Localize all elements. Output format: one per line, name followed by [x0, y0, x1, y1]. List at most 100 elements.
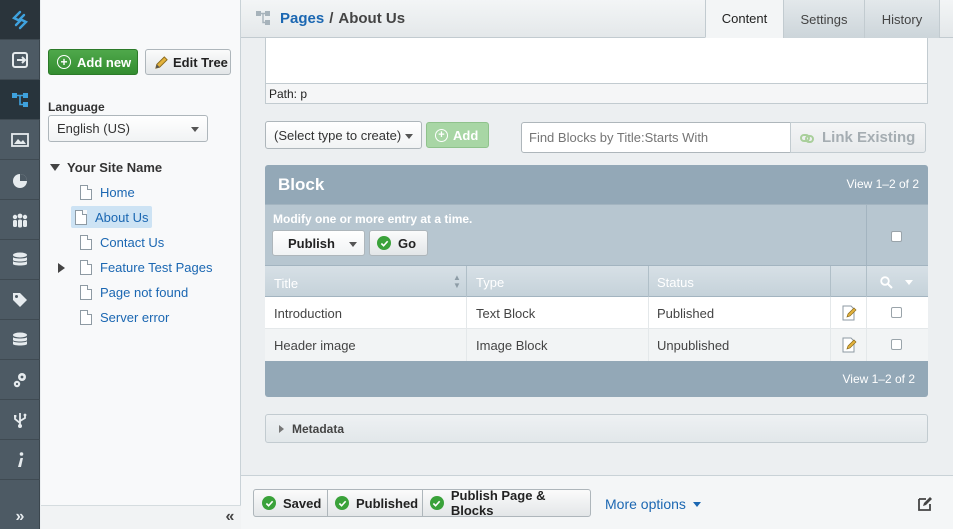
select-all-checkbox[interactable] — [891, 231, 902, 242]
block-panel-footer: View 1–2 of 2 — [265, 361, 928, 397]
database-icon[interactable] — [0, 320, 40, 360]
editor-path-bar: Path: p — [265, 83, 928, 104]
link-existing-button[interactable]: Link Existing — [790, 122, 926, 153]
more-options-menu[interactable]: More options — [605, 496, 701, 512]
chevron-down-icon[interactable] — [905, 280, 913, 285]
chevron-down-icon — [405, 134, 413, 139]
tag-icon[interactable] — [0, 280, 40, 320]
view-count-bottom: View 1–2 of 2 — [842, 372, 916, 386]
tree-item-page-not-found[interactable]: Page not found — [76, 281, 192, 303]
batch-action-value: Publish — [288, 235, 335, 251]
preview-edit-icon[interactable] — [917, 496, 933, 512]
tree-root-site[interactable]: Your Site Name — [50, 156, 162, 178]
block-type-select[interactable]: (Select type to create) — [265, 121, 422, 149]
check-circle-icon — [377, 236, 391, 250]
row-type: Text Block — [476, 306, 536, 321]
error-page-icon — [80, 309, 92, 325]
add-new-button[interactable]: + Add new — [48, 49, 138, 75]
column-title-header[interactable]: Title — [274, 276, 298, 291]
link-existing-label: Link Existing — [822, 129, 916, 146]
collapse-panel-toggle[interactable]: « — [221, 506, 239, 528]
site-name-label: Your Site Name — [67, 159, 163, 175]
tab-history[interactable]: History — [864, 0, 940, 38]
column-status-header[interactable]: Status — [657, 275, 694, 290]
chevron-down-icon — [349, 242, 357, 247]
row-status: Published — [657, 306, 715, 321]
row-checkbox[interactable] — [891, 307, 902, 318]
saved-button[interactable]: Saved — [253, 489, 328, 517]
table-row[interactable]: Header image Image Block Unpublished — [265, 329, 928, 361]
breadcrumb-pages-link[interactable]: Pages — [280, 10, 324, 27]
sort-arrows-icon[interactable]: ▲ ▼ — [453, 274, 461, 290]
add-block-button[interactable]: + Add — [426, 122, 489, 148]
triangle-down-icon — [50, 163, 60, 171]
triangle-right-icon[interactable] — [58, 263, 65, 273]
row-title: Introduction — [274, 306, 342, 321]
batch-actions-bar: Modify one or more entry at a time. Publ… — [265, 204, 928, 266]
files-image-icon[interactable] — [0, 120, 40, 160]
pages-sitetree-icon[interactable] — [0, 80, 40, 120]
published-button[interactable]: Published — [327, 489, 423, 517]
pencil-icon — [155, 55, 168, 69]
search-icon[interactable] — [880, 276, 893, 289]
main-menu-rail: » — [0, 0, 40, 529]
plus-circle-icon: + — [435, 128, 448, 142]
language-select-value: English (US) — [57, 121, 130, 136]
tree-item-about-us[interactable]: About Us — [71, 206, 153, 228]
check-circle-icon — [335, 496, 349, 510]
batch-hint: Modify one or more entry at a time. — [273, 212, 473, 226]
metadata-label: Metadata — [292, 422, 345, 436]
view-count-label: View 1–2 of 2 — [846, 177, 920, 191]
add-block-label: Add — [453, 127, 479, 143]
more-options-label: More options — [605, 496, 686, 512]
batch-action-select[interactable]: Publish — [272, 230, 365, 256]
row-status: Unpublished — [657, 338, 730, 353]
settings-gears-icon[interactable] — [0, 360, 40, 400]
page-icon — [75, 209, 87, 225]
block-type-select-value: (Select type to create) — [274, 127, 402, 143]
table-row[interactable]: Introduction Text Block Published — [265, 297, 928, 329]
expand-menu-toggle[interactable]: » — [0, 505, 40, 529]
tab-label: Content — [721, 11, 768, 26]
reports-pie-icon[interactable] — [0, 160, 40, 200]
check-circle-icon — [262, 496, 276, 510]
tree-item-feature-test-pages[interactable]: Feature Test Pages — [76, 256, 217, 278]
help-info-icon[interactable] — [0, 440, 40, 480]
tab-settings[interactable]: Settings — [783, 0, 864, 38]
logout-icon[interactable] — [0, 40, 40, 80]
tab-label: Settings — [800, 11, 848, 27]
tree-item-label: Server error — [100, 309, 170, 325]
chevron-down-icon — [191, 127, 199, 132]
edit-document-icon[interactable] — [842, 337, 857, 353]
sitetree-icon — [256, 11, 270, 25]
metadata-toggle[interactable]: Metadata — [265, 414, 928, 443]
error-page-icon — [80, 284, 92, 300]
tree-item-label: Contact Us — [100, 234, 165, 250]
tree-item-label: Page not found — [100, 284, 189, 300]
column-type-header[interactable]: Type — [476, 275, 504, 290]
publish-all-label: Publish Page & Blocks — [450, 488, 546, 518]
usb-connections-icon[interactable] — [0, 400, 40, 440]
row-checkbox[interactable] — [891, 339, 902, 350]
published-label: Published — [356, 495, 419, 511]
go-label: Go — [398, 235, 417, 251]
chevron-down-icon — [692, 501, 701, 507]
security-users-icon[interactable] — [0, 200, 40, 240]
language-label: Language — [48, 100, 105, 114]
tree-item-label: About Us — [95, 209, 149, 225]
block-panel-header: Block View 1–2 of 2 — [265, 165, 928, 204]
go-button[interactable]: Go — [369, 230, 428, 256]
tab-content[interactable]: Content — [705, 0, 783, 38]
database-icon[interactable] — [0, 240, 40, 280]
tree-item-home[interactable]: Home — [76, 181, 139, 203]
find-blocks-input[interactable] — [521, 122, 791, 153]
edit-document-icon[interactable] — [842, 305, 857, 321]
edit-tree-button[interactable]: Edit Tree — [145, 49, 231, 75]
publish-page-and-blocks-button[interactable]: Publish Page & Blocks — [422, 488, 591, 518]
editor-path-text: Path: p — [269, 86, 308, 101]
tree-item-contact-us[interactable]: Contact Us — [76, 231, 168, 253]
silverstripe-logo-icon[interactable] — [0, 0, 40, 40]
tree-item-server-error[interactable]: Server error — [76, 306, 173, 328]
tree-item-label: Home — [100, 184, 135, 200]
language-select[interactable]: English (US) — [48, 115, 208, 142]
